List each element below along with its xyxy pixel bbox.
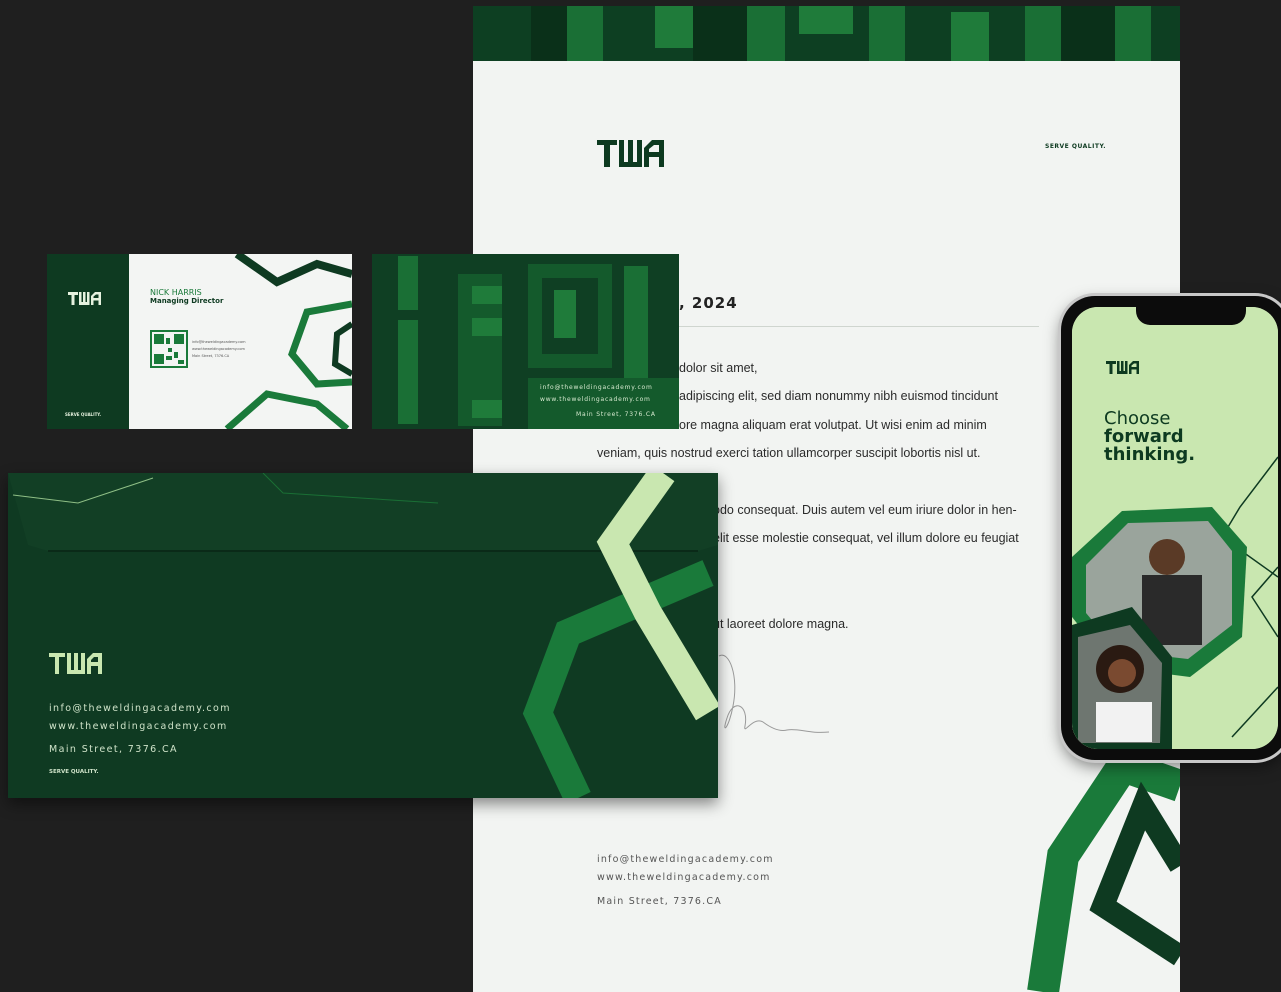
card-back-email: info@theweldingacademy.com — [540, 384, 653, 391]
envelope: info@theweldingacademy.com www.theweldin… — [8, 473, 718, 798]
card-name: NICK HARRIS — [150, 288, 202, 297]
phone-notch — [1136, 307, 1246, 325]
footer-address: Main Street, 7376.CA — [597, 896, 722, 907]
divider — [671, 326, 1039, 327]
card-side-strip: SERVE QUALITY. — [47, 254, 129, 429]
smartphone: Choose forward thinking. — [1061, 296, 1281, 760]
footer-website: www.theweldingacademy.com — [597, 872, 771, 883]
phone-screen: Choose forward thinking. — [1072, 307, 1278, 749]
letterhead-header-band — [473, 6, 1180, 61]
body-line: ore magna aliquam erat volutpat. Ut wisi… — [679, 418, 987, 432]
hex-decoration — [1027, 746, 1180, 992]
screen-graphics — [1072, 307, 1278, 749]
twa-logo — [68, 292, 101, 305]
twa-logo — [49, 653, 102, 674]
letterhead-tagline: SERVE QUALITY. — [1045, 143, 1107, 150]
envelope-address: Main Street, 7376.CA — [49, 744, 178, 755]
qr-code-icon — [150, 330, 188, 368]
twa-logo — [597, 140, 664, 167]
body-line: ut laoreet dolore magna. — [713, 617, 849, 631]
letter-date: , 2024 — [679, 294, 738, 312]
footer-email: info@theweldingacademy.com — [597, 854, 774, 865]
hex-decoration — [224, 254, 352, 429]
business-card-back: info@theweldingacademy.com www.theweldin… — [372, 254, 679, 429]
headline-line-3: thinking. — [1104, 444, 1196, 465]
header-pattern — [473, 6, 1180, 61]
twa-logo — [1106, 361, 1139, 374]
body-line: elit esse molestie consequat, vel illum … — [713, 531, 1019, 545]
envelope-tagline: SERVE QUALITY. — [49, 769, 99, 775]
body-line: dolor sit amet, — [679, 361, 758, 375]
body-line: adipiscing elit, sed diam nonummy nibh e… — [679, 389, 998, 403]
envelope-email: info@theweldingacademy.com — [49, 703, 231, 714]
body-line: odo consequat. Duis autem vel eum iriure… — [713, 503, 1017, 517]
body-line: veniam, quis nostrud exerci tation ullam… — [597, 446, 981, 460]
business-card-front: SERVE QUALITY. NICK HARRIS Managing Dire… — [47, 254, 352, 429]
envelope-website: www.theweldingacademy.com — [49, 721, 228, 732]
card-back-address: Main Street, 7376.CA — [576, 411, 656, 418]
signature — [718, 654, 830, 733]
card-tagline: SERVE QUALITY. — [65, 412, 102, 417]
card-back-website: www.theweldingacademy.com — [540, 396, 651, 403]
